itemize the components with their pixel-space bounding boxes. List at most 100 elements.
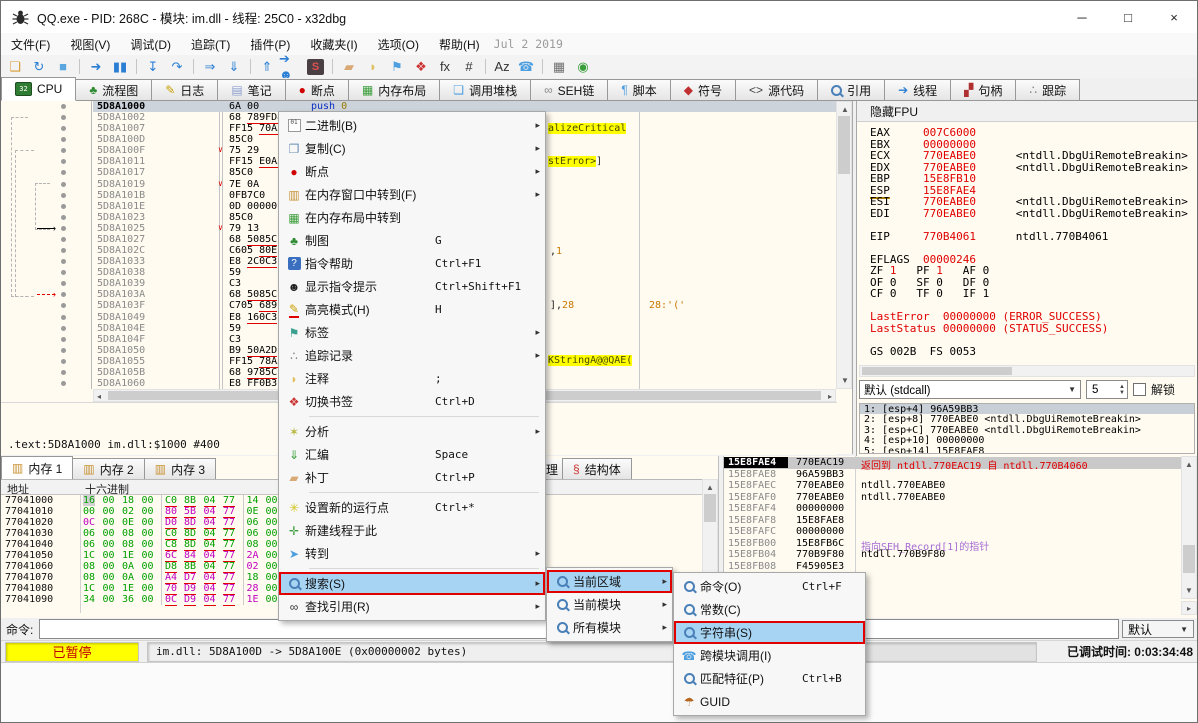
breakpoint-dot[interactable] bbox=[61, 126, 66, 131]
tab-trace[interactable]: ∴跟踪 bbox=[1015, 79, 1080, 100]
breakpoint-dot[interactable] bbox=[61, 381, 66, 386]
menu-item-instruction-help[interactable]: ?指令帮助Ctrl+F1 bbox=[279, 252, 545, 275]
hash-button[interactable]: # bbox=[457, 57, 481, 77]
breakpoint-dot[interactable] bbox=[61, 292, 66, 297]
stack-row[interactable]: 15E8FAE4770EAC19返回到 ntdll.770EAC19 自 ntd… bbox=[724, 457, 1181, 469]
register-row[interactable]: LastError 00000000 (ERROR_SUCCESS) bbox=[870, 310, 1194, 322]
tab-struct[interactable]: § 结构体 bbox=[562, 458, 632, 479]
menu-item-set-new-origin[interactable]: ✳设置新的运行点Ctrl+* bbox=[279, 496, 545, 519]
breakpoint-dot[interactable] bbox=[61, 281, 66, 286]
tab-graph[interactable]: ♣流程图 bbox=[75, 79, 152, 100]
breakpoint-dot[interactable] bbox=[61, 159, 66, 164]
register-row[interactable]: EIP 770B4061 ntdll.770B4061 bbox=[870, 230, 1194, 242]
scroll-down-arrow[interactable]: ▼ bbox=[1182, 586, 1196, 595]
dump-tab-partial[interactable]: 理 bbox=[546, 459, 562, 479]
minimize-button[interactable]: ─ bbox=[1059, 1, 1105, 33]
scroll-left-arrow[interactable]: ◂ bbox=[97, 392, 101, 401]
step-into-button[interactable]: ↧ bbox=[141, 57, 165, 77]
bookmarks-button[interactable]: ❖ bbox=[409, 57, 433, 77]
submenu-item-guid[interactable]: ☂GUID bbox=[674, 690, 865, 713]
tab-memory-3[interactable]: ▥内存 3 bbox=[144, 458, 216, 479]
register-row[interactable]: EAX 007C6000 bbox=[870, 126, 1194, 138]
breakpoint-dot[interactable] bbox=[61, 204, 66, 209]
breakpoint-dot[interactable] bbox=[61, 259, 66, 264]
step-out-button[interactable]: ⇑ bbox=[255, 57, 279, 77]
stack-row[interactable]: 15E8FAEC770EABE0ntdll.770EABE0 bbox=[724, 480, 1181, 492]
stack-vscrollbar[interactable]: ▲ ▼ bbox=[1181, 456, 1197, 599]
tab-threads[interactable]: ➔线程 bbox=[884, 79, 951, 100]
menu-item-highlight-mode[interactable]: ✎高亮模式(H)H bbox=[279, 298, 545, 321]
register-row[interactable]: EBX 00000000 bbox=[870, 138, 1194, 150]
menu-item-search[interactable]: 搜索(S)▸ bbox=[279, 572, 545, 595]
stack-argument-row[interactable]: 3: [esp+C] 770EABE0 <ntdll.DbgUiRemoteBr… bbox=[860, 425, 1194, 435]
stop-button[interactable]: ■ bbox=[51, 57, 75, 77]
command-script-select[interactable]: 默认 ▼ bbox=[1122, 620, 1194, 638]
breakpoint-dot[interactable] bbox=[61, 115, 66, 120]
menu-item-goto[interactable]: ➤转到▸ bbox=[279, 542, 545, 565]
globe-button[interactable]: ◉ bbox=[571, 57, 595, 77]
breakpoint-dot[interactable] bbox=[61, 237, 66, 242]
stack-row[interactable]: 15E8FAFC00000000 bbox=[724, 526, 1181, 538]
arg-depth-stepper[interactable]: 5 ▲▼ bbox=[1086, 380, 1128, 399]
breakpoint-dot[interactable] bbox=[61, 370, 66, 375]
stepper-arrows-icon[interactable]: ▲▼ bbox=[1119, 384, 1125, 396]
submenu-item-all-modules[interactable]: 所有模块▸ bbox=[547, 616, 672, 639]
submenu-item-constant[interactable]: 常数(C) bbox=[674, 598, 865, 621]
menu-item-patch[interactable]: ▰补丁Ctrl+P bbox=[279, 466, 545, 489]
submenu-item-command[interactable]: 命令(O)Ctrl+F bbox=[674, 575, 865, 598]
breakpoint-dot[interactable] bbox=[61, 337, 66, 342]
scroll-up-arrow[interactable]: ▲ bbox=[703, 483, 717, 492]
stack-row[interactable]: 15E8FB08F45905E3 bbox=[724, 561, 1181, 573]
register-row[interactable]: EFLAGS 00000246 bbox=[870, 253, 1194, 265]
register-row[interactable]: EDI 770EABE0 <ntdll.DbgUiRemoteBreakin> bbox=[870, 207, 1194, 219]
register-row[interactable]: OF 0 SF 0 DF 0 bbox=[870, 276, 1194, 288]
scroll-right-arrow[interactable]: ▸ bbox=[1182, 604, 1196, 613]
breakpoint-dot[interactable] bbox=[61, 170, 66, 175]
menu-item-assemble[interactable]: ⇓汇编Space bbox=[279, 443, 545, 466]
menu-item-analysis[interactable]: ✶分析▸ bbox=[279, 420, 545, 443]
scroll-up-arrow[interactable]: ▲ bbox=[1182, 460, 1196, 469]
menu-item-label[interactable]: ⚑标签▸ bbox=[279, 321, 545, 344]
stack-row[interactable]: 15E8FAF815E8FAE8 bbox=[724, 515, 1181, 527]
breakpoint-dot[interactable] bbox=[61, 326, 66, 331]
menu-item-copy[interactable]: ❐复制(C)▸ bbox=[279, 137, 545, 160]
registers-hscrollbar[interactable] bbox=[859, 365, 1195, 377]
step-over-button[interactable]: ↷ bbox=[165, 57, 189, 77]
az-button[interactable]: Az bbox=[490, 57, 514, 77]
breakpoint-dot[interactable] bbox=[61, 303, 66, 308]
disasm-vscroll-thumb[interactable] bbox=[838, 116, 850, 174]
pause-button[interactable]: ▮▮ bbox=[108, 57, 132, 77]
menu-item-toggle-bookmark[interactable]: ❖切换书签Ctrl+D bbox=[279, 390, 545, 413]
breakpoint-dot[interactable] bbox=[61, 148, 66, 153]
submenu-item-current-module[interactable]: 当前模块▸ bbox=[547, 593, 672, 616]
tab-source[interactable]: <>源代码 bbox=[735, 79, 818, 100]
stack-argument-row[interactable]: 2: [esp+8] 770EABE0 <ntdll.DbgUiRemoteBr… bbox=[860, 414, 1194, 424]
stack-hscroll-corner[interactable]: ▸ bbox=[1181, 601, 1197, 615]
registers-hscroll-thumb[interactable] bbox=[862, 367, 1012, 375]
stack-argument-row[interactable]: 5: [esp+14] 15E8FAE8 bbox=[860, 446, 1194, 454]
tab-notes[interactable]: ▤笔记 bbox=[217, 79, 285, 100]
breakpoint-dot[interactable] bbox=[61, 104, 66, 109]
tab-cpu[interactable]: 32CPU bbox=[1, 77, 76, 101]
execute-till-return-button[interactable]: ⇒ bbox=[198, 57, 222, 77]
register-row[interactable]: ECX 770EABE0 <ntdll.DbgUiRemoteBreakin> bbox=[870, 149, 1194, 161]
close-button[interactable]: × bbox=[1151, 1, 1197, 33]
menu-item-comment[interactable]: ◗注释; bbox=[279, 367, 545, 390]
scroll-down-arrow[interactable]: ▼ bbox=[837, 376, 853, 385]
tab-memory-2[interactable]: ▥内存 2 bbox=[72, 458, 144, 479]
submenu-item-string[interactable]: 字符串(S) bbox=[674, 621, 865, 644]
labels-button[interactable]: ⚑ bbox=[385, 57, 409, 77]
menu-item-find-references[interactable]: ∞查找引用(R)▸ bbox=[279, 595, 545, 618]
unlock-checkbox[interactable] bbox=[1133, 383, 1146, 396]
register-row[interactable]: GS 002B FS 0053 bbox=[870, 345, 1194, 357]
breakpoint-dot[interactable] bbox=[61, 215, 66, 220]
maximize-button[interactable]: □ bbox=[1105, 1, 1151, 33]
tab-log[interactable]: ✎日志 bbox=[151, 79, 218, 100]
stack-row[interactable]: 15E8FAE896A59BB3 bbox=[724, 469, 1181, 481]
register-row[interactable]: ESI 770EABE0 <ntdll.DbgUiRemoteBreakin> bbox=[870, 195, 1194, 207]
breakpoint-dot[interactable] bbox=[61, 270, 66, 275]
menubar-item[interactable]: 帮助(H) bbox=[429, 33, 490, 55]
tab-references[interactable]: 引用 bbox=[817, 79, 885, 100]
stack-row[interactable]: 15E8FAF400000000 bbox=[724, 503, 1181, 515]
submenu-item-pattern[interactable]: 匹配特征(P)Ctrl+B bbox=[674, 667, 865, 690]
